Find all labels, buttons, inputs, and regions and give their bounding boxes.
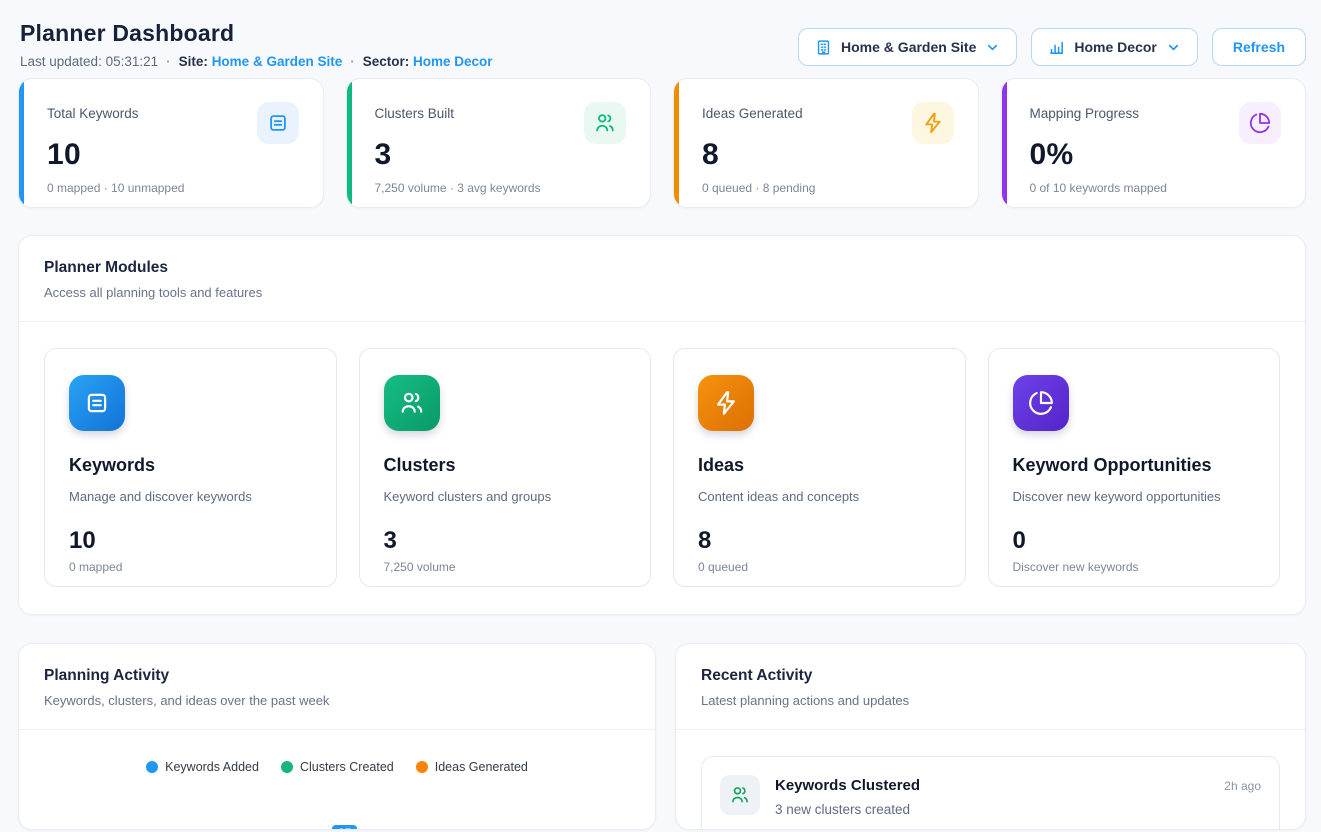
site-selector-label: Home & Garden Site: [841, 39, 976, 55]
module-description: Manage and discover keywords: [69, 489, 312, 504]
module-subtext: 7,250 volume: [384, 560, 627, 574]
area-series-keywords-added: [19, 760, 656, 830]
modules-grid: Keywords Manage and discover keywords 10…: [19, 322, 1305, 587]
stat-value: 10: [47, 138, 299, 172]
stat-card-mapping-progress: Mapping Progress 0% 0 of 10 keywords map…: [1001, 78, 1307, 208]
document-icon: [257, 102, 299, 144]
activity-item-timestamp: 2h ago: [1224, 779, 1261, 793]
stat-subtext: 7,250 volume · 3 avg keywords: [375, 181, 627, 195]
recent-activity-subtitle: Latest planning actions and updates: [701, 693, 1280, 708]
module-subtext: Discover new keywords: [1013, 560, 1256, 574]
page-header: Planner Dashboard Last updated: 05:31:21…: [20, 20, 1306, 69]
stat-card-total-keywords: Total Keywords 10 0 mapped · 10 unmapped: [18, 78, 324, 208]
activity-item-description: 3 new clusters created: [775, 802, 1261, 817]
module-subtext: 0 mapped: [69, 560, 312, 574]
lightning-icon: [698, 375, 754, 431]
stat-value: 3: [375, 138, 627, 172]
bar-chart-icon: [1048, 39, 1065, 56]
module-description: Content ideas and concepts: [698, 489, 941, 504]
planning-activity-panel: Planning Activity Keywords, clusters, an…: [18, 643, 656, 830]
module-title: Keyword Opportunities: [1013, 455, 1256, 476]
stat-subtext: 0 queued · 8 pending: [702, 181, 954, 195]
module-title: Keywords: [69, 455, 312, 476]
stat-label: Clusters Built: [375, 106, 455, 121]
users-icon: [384, 375, 440, 431]
module-description: Discover new keyword opportunities: [1013, 489, 1256, 504]
sector-selector-button[interactable]: Home Decor: [1031, 28, 1197, 66]
page-title: Planner Dashboard: [20, 20, 493, 47]
activity-item-title: Keywords Clustered: [775, 777, 920, 794]
module-value: 3: [384, 527, 627, 555]
separator-dot: ·: [166, 54, 171, 69]
module-description: Keyword clusters and groups: [384, 489, 627, 504]
stat-subtext: 0 mapped · 10 unmapped: [47, 181, 299, 195]
recent-activity-list: Keywords Clustered 2h ago 3 new clusters…: [676, 730, 1305, 830]
activity-item-content: Keywords Clustered 2h ago 3 new clusters…: [775, 775, 1261, 817]
recent-activity-panel: Recent Activity Latest planning actions …: [675, 643, 1306, 830]
data-point-label: 25: [332, 825, 357, 830]
modules-panel-header: Planner Modules Access all planning tool…: [19, 236, 1305, 322]
building-icon: [815, 39, 832, 56]
stat-card-clusters-built: Clusters Built 3 7,250 volume · 3 avg ke…: [346, 78, 652, 208]
stat-card-ideas-generated: Ideas Generated 8 0 queued · 8 pending: [673, 78, 979, 208]
refresh-button[interactable]: Refresh: [1212, 28, 1306, 66]
pie-chart-icon: [1239, 102, 1281, 144]
sector-meta: Sector: Home Decor: [363, 54, 493, 69]
stat-label: Ideas Generated: [702, 106, 803, 121]
sector-link[interactable]: Home Decor: [413, 54, 493, 69]
header-left: Planner Dashboard Last updated: 05:31:21…: [20, 20, 493, 69]
bottom-row: Planning Activity Keywords, clusters, an…: [18, 643, 1306, 830]
planning-activity-subtitle: Keywords, clusters, and ideas over the p…: [44, 693, 630, 708]
document-icon: [69, 375, 125, 431]
module-value: 8: [698, 527, 941, 555]
planning-activity-header: Planning Activity Keywords, clusters, an…: [19, 644, 655, 730]
stat-label: Total Keywords: [47, 106, 139, 121]
header-actions: Home & Garden Site Home Decor Refresh: [798, 28, 1306, 66]
users-icon: [720, 775, 760, 815]
module-card-clusters[interactable]: Clusters Keyword clusters and groups 3 7…: [359, 348, 652, 587]
stat-value: 8: [702, 138, 954, 172]
recent-activity-title: Recent Activity: [701, 667, 1280, 685]
stat-label: Mapping Progress: [1030, 106, 1140, 121]
module-value: 0: [1013, 527, 1256, 555]
module-card-keyword-opportunities[interactable]: Keyword Opportunities Discover new keywo…: [988, 348, 1281, 587]
users-icon: [584, 102, 626, 144]
separator-dot: ·: [350, 54, 355, 69]
chevron-down-icon: [985, 40, 1000, 55]
module-subtext: 0 queued: [698, 560, 941, 574]
recent-activity-header: Recent Activity Latest planning actions …: [676, 644, 1305, 730]
last-updated-label: Last updated: 05:31:21: [20, 54, 158, 69]
lightning-icon: [912, 102, 954, 144]
modules-subtitle: Access all planning tools and features: [44, 285, 1280, 300]
module-card-ideas[interactable]: Ideas Content ideas and concepts 8 0 que…: [673, 348, 966, 587]
planning-activity-title: Planning Activity: [44, 667, 630, 685]
pie-chart-icon: [1013, 375, 1069, 431]
module-title: Ideas: [698, 455, 941, 476]
chevron-down-icon: [1166, 40, 1181, 55]
planner-dashboard-page: Planner Dashboard Last updated: 05:31:21…: [0, 20, 1321, 832]
stat-value: 0%: [1030, 138, 1282, 172]
module-card-keywords[interactable]: Keywords Manage and discover keywords 10…: [44, 348, 337, 587]
stats-row: Total Keywords 10 0 mapped · 10 unmapped…: [18, 78, 1306, 208]
modules-title: Planner Modules: [44, 259, 1280, 277]
activity-chart: Keywords Added Clusters Created Ideas Ge…: [19, 760, 655, 830]
last-updated-line: Last updated: 05:31:21 · Site: Home & Ga…: [20, 54, 493, 69]
sector-selector-label: Home Decor: [1074, 39, 1156, 55]
site-link[interactable]: Home & Garden Site: [212, 54, 343, 69]
module-value: 10: [69, 527, 312, 555]
module-title: Clusters: [384, 455, 627, 476]
planner-modules-panel: Planner Modules Access all planning tool…: [18, 235, 1306, 615]
stat-subtext: 0 of 10 keywords mapped: [1030, 181, 1282, 195]
site-selector-button[interactable]: Home & Garden Site: [798, 28, 1017, 66]
site-meta: Site: Home & Garden Site: [179, 54, 343, 69]
list-item-keywords-clustered: Keywords Clustered 2h ago 3 new clusters…: [701, 756, 1280, 830]
